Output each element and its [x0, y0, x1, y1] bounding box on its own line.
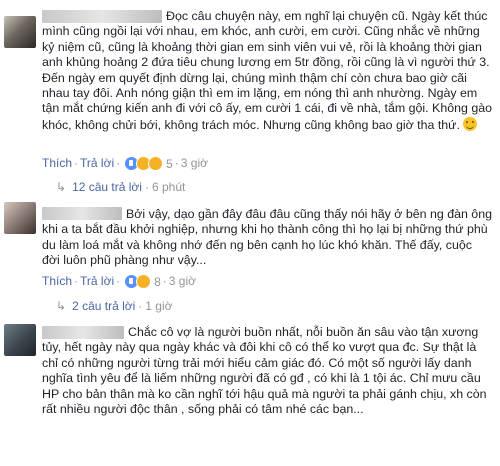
reply-button[interactable]: Trả lời [80, 274, 114, 288]
comment-text: Bởi vậy, dạo gần đây đâu đâu cũng thấy n… [42, 207, 492, 269]
comment-1: Đọc câu chuyện này, em nghĩ lại chuyện c… [0, 0, 500, 200]
view-replies-link[interactable]: ↳ 12 câu trả lời · 6 phút [56, 180, 185, 194]
comment-time[interactable]: 3 giờ [181, 156, 208, 170]
like-button[interactable]: Thích [42, 274, 72, 288]
comment-text-content: Đọc câu chuyện này, em nghĩ lại chuyện c… [42, 9, 493, 132]
reply-arrow-icon: ↳ [56, 299, 67, 313]
reaction-count: 8 [154, 274, 161, 289]
avatar[interactable] [4, 324, 36, 356]
avatar[interactable] [4, 16, 36, 48]
smile-emoji-icon [463, 116, 478, 131]
comment-text-content: Bởi vậy, dạo gần đây đâu đâu cũng thấy n… [42, 207, 492, 268]
comment-2: Bởi vậy, dạo gần đây đâu đâu cũng thấy n… [0, 198, 500, 313]
comment-actions: Thích · Trả lời · 8 · 3 giờ [42, 274, 197, 290]
comment-time[interactable]: 3 giờ [169, 274, 196, 288]
sad-reaction-icon [136, 274, 152, 290]
avatar[interactable] [4, 202, 36, 234]
comment-actions: Thích · Trả lời · 5 · 3 giờ [42, 156, 209, 172]
like-button[interactable]: Thích [42, 156, 72, 170]
comment-text: Chắc cô vợ là người buồn nhất, nỗi buồn … [42, 325, 492, 417]
comment-text: Đọc câu chuyện này, em nghĩ lại chuyện c… [42, 9, 492, 133]
reply-arrow-icon: ↳ [56, 180, 67, 194]
view-replies-link[interactable]: ↳ 2 câu trả lời · 1 giờ [56, 299, 173, 313]
reaction-count: 5 [166, 156, 173, 171]
reactions[interactable]: 8 [124, 274, 161, 290]
reactions[interactable]: 5 [124, 156, 173, 172]
comment-text-content: Chắc cô vợ là người buồn nhất, nỗi buồn … [42, 325, 487, 417]
sad-reaction-icon [148, 156, 164, 172]
reply-button[interactable]: Trả lời [80, 156, 114, 170]
comment-3: Chắc cô vợ là người buồn nhất, nỗi buồn … [0, 316, 500, 466]
